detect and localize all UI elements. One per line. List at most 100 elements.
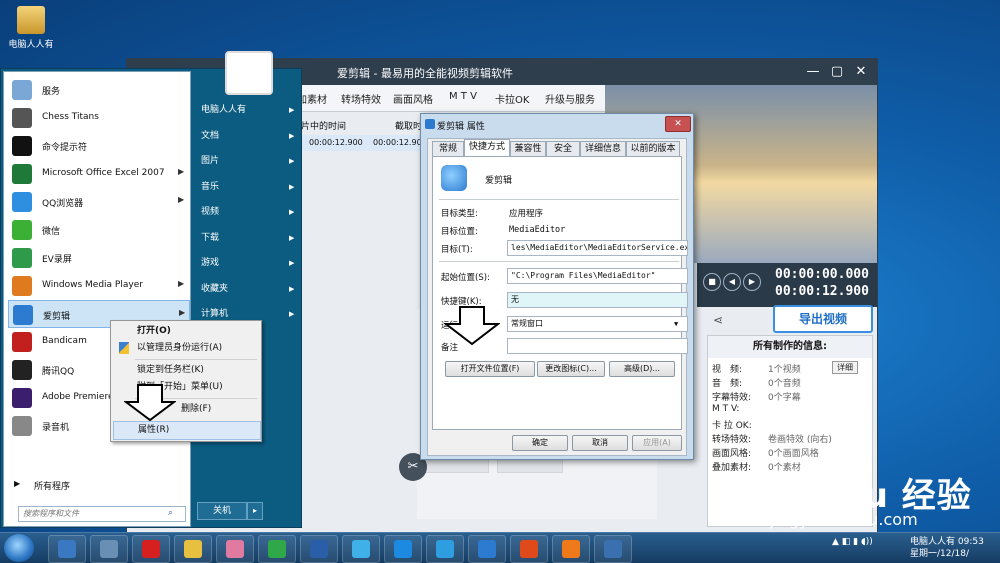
start-program-item[interactable]: Chess Titans <box>8 104 188 130</box>
start-program-item[interactable]: QQ浏览器 ▶ <box>8 188 188 214</box>
taskbar-app-icon <box>268 540 286 558</box>
ctx-run-as-admin[interactable]: 以管理员身份运行(A) <box>113 340 259 357</box>
info-detail-button[interactable]: 详细 <box>832 361 858 374</box>
start-orb-icon[interactable] <box>4 534 34 562</box>
start-in-field[interactable]: "C:\Program Files\MediaEditor" <box>507 268 688 284</box>
advanced-button[interactable]: 高级(D)... <box>609 361 675 377</box>
start-program-item[interactable]: 微信 <box>8 216 188 242</box>
tab-details[interactable]: 详细信息 <box>580 141 626 157</box>
taskbar-app-button[interactable] <box>468 535 506 563</box>
info-row: 音 频: 0个音频 <box>712 376 868 389</box>
clock[interactable]: 电脑人人有 09:53 星期一/12/18/ <box>910 536 984 560</box>
taskbar-app-icon <box>562 540 580 558</box>
tab-security[interactable]: 安全 <box>546 141 580 157</box>
taskbar-app-button[interactable] <box>258 535 296 563</box>
tab-previous-versions[interactable]: 以前的版本 <box>626 141 680 157</box>
info-key: 画面风格: <box>712 449 752 459</box>
all-programs[interactable]: 所有程序 <box>34 479 70 492</box>
apply-button[interactable]: 应用(A) <box>632 435 682 451</box>
prev-icon[interactable]: ◀ <box>723 273 741 291</box>
taskbar-app-icon <box>184 540 202 558</box>
start-program-item[interactable]: Windows Media Player ▶ <box>8 272 188 298</box>
taskbar-app-button[interactable] <box>552 535 590 563</box>
start-program-label: 录音机 <box>42 423 70 433</box>
chevron-right-icon: ▶ <box>178 279 185 288</box>
menu-mtv[interactable]: M T V <box>449 91 477 102</box>
comment-field[interactable] <box>507 338 688 354</box>
taskbar-app-button[interactable] <box>216 535 254 563</box>
start-program-item[interactable]: EV录屏 <box>8 244 188 270</box>
share-icon[interactable]: ⋖ <box>713 313 723 327</box>
close-icon[interactable]: ✕ <box>851 63 871 81</box>
taskbar-app-button[interactable] <box>48 535 86 563</box>
folder-icon <box>17 6 45 34</box>
taskbar-app-button[interactable] <box>342 535 380 563</box>
start-program-label: 命令提示符 <box>42 143 88 153</box>
system-tray[interactable]: ▲ ◧ ▮ ◖)) <box>832 537 873 547</box>
menu-style[interactable]: 画面风格 <box>393 91 433 106</box>
info-title: 所有制作的信息: <box>708 336 872 358</box>
search-icon[interactable]: ⌕ <box>168 508 173 518</box>
shutdown-options-icon[interactable]: ▸ <box>247 502 263 520</box>
start-right-item[interactable]: 电脑人人有 ▶ <box>201 99 299 121</box>
next-icon[interactable]: ▶ <box>743 273 761 291</box>
program-icon <box>12 192 32 212</box>
start-right-item[interactable]: 下载 ▶ <box>201 227 299 249</box>
change-icon-button[interactable]: 更改图标(C)... <box>537 361 605 377</box>
start-right-item[interactable]: 收藏夹 ▶ <box>201 278 299 300</box>
taskbar-app-button[interactable] <box>510 535 548 563</box>
shutdown-button[interactable]: 关机 <box>197 502 247 520</box>
tab-compatibility[interactable]: 兼容性 <box>510 141 546 157</box>
taskbar-app-icon <box>310 540 328 558</box>
tab-shortcut[interactable]: 快捷方式 <box>464 139 510 157</box>
start-search-input[interactable]: 搜索程序和文件 <box>18 506 186 522</box>
dialog-close-button[interactable]: ✕ <box>665 116 691 132</box>
ctx-open[interactable]: 打开(O) <box>113 323 259 340</box>
start-right-item[interactable]: 音乐 ▶ <box>201 176 299 198</box>
arrow-down-icon <box>124 384 176 422</box>
menu-upgrade[interactable]: 升级与服务 <box>545 91 595 106</box>
start-right-item[interactable]: 视频 ▶ <box>201 201 299 223</box>
target-field[interactable]: les\MediaEditor\MediaEditorService.exe" <box>507 240 688 256</box>
stop-icon[interactable]: ■ <box>703 273 721 291</box>
taskbar-app-icon <box>478 540 496 558</box>
taskbar-app-button[interactable] <box>426 535 464 563</box>
taskbar-app-button[interactable] <box>174 535 212 563</box>
chevron-right-icon: ▶ <box>289 131 295 140</box>
taskbar-app-button[interactable] <box>90 535 128 563</box>
start-right-item[interactable]: 图片 ▶ <box>201 150 299 172</box>
chevron-right-icon: ▶ <box>289 284 295 293</box>
target-type-value: 应用程序 <box>509 209 544 219</box>
hotkey-field[interactable]: 无 <box>507 292 688 308</box>
tab-general[interactable]: 常规 <box>432 141 464 157</box>
start-right-item[interactable]: 文档 ▶ <box>201 125 299 147</box>
info-key: 卡 拉 OK: <box>712 421 752 431</box>
taskbar-app-button[interactable] <box>300 535 338 563</box>
open-file-location-button[interactable]: 打开文件位置(F) <box>445 361 535 377</box>
start-right-label: 视频 <box>201 207 220 217</box>
target-type-label: 目标类型: <box>441 209 478 219</box>
start-program-item[interactable]: 命令提示符 <box>8 132 188 158</box>
ctx-pin-taskbar[interactable]: 锁定到任务栏(K) <box>113 362 259 379</box>
app-icon <box>441 165 467 191</box>
ok-button[interactable]: 确定 <box>512 435 568 451</box>
info-row: 视 频: 1个视频 详细 <box>712 361 868 375</box>
start-right-label: 图片 <box>201 156 220 166</box>
minimize-icon[interactable]: — <box>803 63 823 81</box>
start-program-item[interactable]: Microsoft Office Excel 2007 ▶ <box>8 160 188 186</box>
cancel-button[interactable]: 取消 <box>572 435 628 451</box>
taskbar-app-button[interactable] <box>594 535 632 563</box>
export-video-button[interactable]: 导出视频 <box>773 305 873 333</box>
ctx-properties[interactable]: 属性(R) <box>113 421 261 440</box>
run-select[interactable]: 常规窗口 ▼ <box>507 316 688 332</box>
start-right-item[interactable]: 游戏 ▶ <box>201 252 299 274</box>
taskbar-app-button[interactable] <box>132 535 170 563</box>
start-program-item[interactable]: 服务 <box>8 76 188 102</box>
info-key: 视 频: <box>712 365 743 375</box>
context-menu: 打开(O) 以管理员身份运行(A) 锁定到任务栏(K) 附到「开始」菜单(U) … <box>110 320 262 442</box>
menu-transition[interactable]: 转场特效 <box>341 91 381 106</box>
maximize-icon[interactable]: ▢ <box>827 63 847 81</box>
desktop-icon-computer[interactable]: 电脑人人有 <box>4 6 58 50</box>
taskbar-app-button[interactable] <box>384 535 422 563</box>
menu-karaoke[interactable]: 卡拉OK <box>495 91 529 106</box>
